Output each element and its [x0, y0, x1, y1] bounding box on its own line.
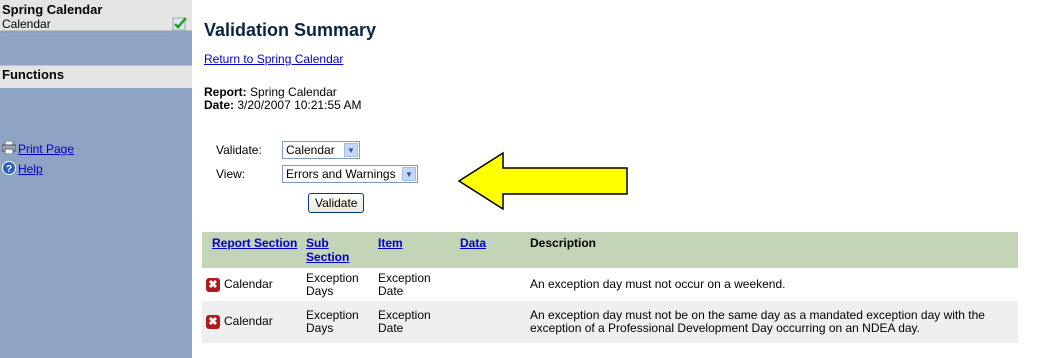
sidebar-item-label: Calendar — [2, 17, 51, 31]
yellow-arrow-icon — [457, 151, 628, 210]
chevron-down-icon[interactable]: ▼ — [402, 167, 416, 181]
sidebar-item-calendar[interactable]: Calendar — [0, 17, 192, 33]
help-link-row[interactable]: ? Help — [2, 160, 74, 178]
date-label: Date: — [204, 98, 235, 112]
sort-report-section[interactable]: Report Section — [212, 236, 297, 250]
date-value: 3/20/2007 10:21:55 AM — [237, 98, 362, 112]
return-link[interactable]: Return to Spring Calendar — [204, 52, 343, 66]
sidebar-header: Spring Calendar Calendar — [0, 0, 192, 33]
print-page-link[interactable]: Print Page — [18, 142, 74, 156]
chevron-down-icon[interactable]: ▼ — [344, 143, 358, 157]
sidebar: Spring Calendar Calendar Functions Print… — [0, 0, 192, 358]
cell-section: Calendar — [224, 276, 273, 291]
help-icon: ? — [2, 160, 16, 178]
sort-item[interactable]: Item — [378, 236, 403, 250]
svg-text:?: ? — [6, 164, 12, 175]
view-label: View: — [216, 167, 246, 181]
cell-desc: An exception day must not be on the same… — [526, 301, 1018, 343]
report-info: Report: Spring Calendar Date: 3/20/2007 … — [204, 86, 361, 112]
cell-desc: An exception day must not occur on a wee… — [530, 277, 786, 291]
view-select-value: Errors and Warnings — [286, 167, 396, 181]
cell-sub: Exception Days — [306, 270, 359, 298]
results-table: Report Section Sub Section Item Data Des… — [202, 232, 1018, 343]
sidebar-functions-header: Functions — [0, 65, 192, 88]
page-title: Validation Summary — [204, 20, 377, 40]
cell-data — [456, 268, 526, 301]
validate-select[interactable]: Calendar ▼ — [282, 141, 360, 159]
sort-sub-section[interactable]: Sub Section — [306, 236, 349, 264]
help-link[interactable]: Help — [18, 162, 43, 176]
error-icon: ✖ — [206, 277, 220, 292]
cell-section: Calendar — [224, 314, 273, 329]
view-select[interactable]: Errors and Warnings ▼ — [282, 165, 418, 183]
cell-item: Exception Date — [378, 270, 431, 298]
error-icon: ✖ — [206, 315, 220, 329]
sidebar-links: Print Page ? Help — [1, 140, 74, 181]
print-page-link-row[interactable]: Print Page — [1, 140, 74, 157]
description-header: Description — [526, 232, 1018, 268]
validate-select-value: Calendar — [286, 143, 335, 157]
report-label: Report: — [204, 85, 247, 99]
validate-button[interactable]: Validate — [308, 193, 365, 213]
sidebar-title: Spring Calendar — [2, 2, 103, 17]
validation-form: Validate: Calendar ▼ View: Errors and Wa… — [216, 138, 418, 213]
table-row: ✖ Calendar Exception Days Exception Date … — [202, 268, 1018, 301]
cell-item: Exception Date — [374, 301, 456, 343]
cell-data — [456, 301, 526, 343]
table-row: ✖ Calendar Exception Days Exception Date … — [202, 301, 1018, 343]
printer-icon — [1, 140, 17, 157]
report-value: Spring Calendar — [250, 85, 337, 99]
sort-data[interactable]: Data — [460, 236, 486, 250]
table-header-row: Report Section Sub Section Item Data Des… — [202, 232, 1018, 268]
validate-label: Validate: — [216, 143, 262, 157]
checkmark-icon — [172, 17, 188, 31]
main-content: Validation Summary Return to Spring Cale… — [192, 0, 1037, 358]
cell-sub: Exception Days — [302, 301, 374, 343]
